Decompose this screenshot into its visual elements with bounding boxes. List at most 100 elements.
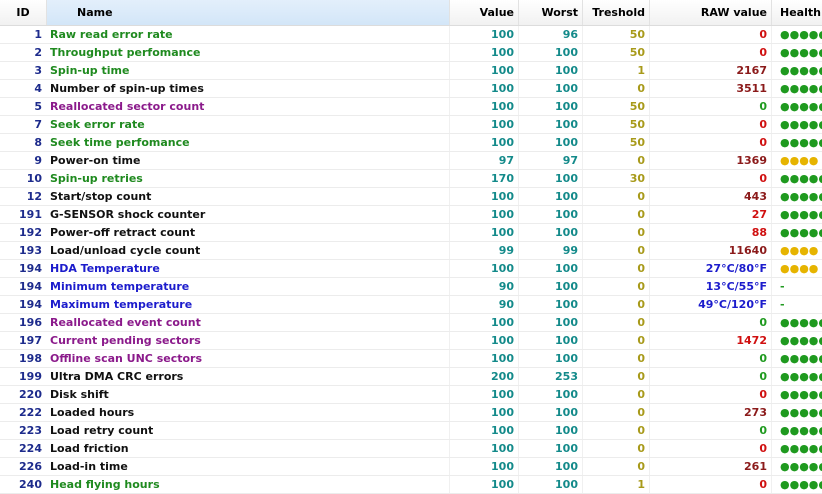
table-row[interactable]: 10 Spin-up retries170100300●●●●● — [0, 170, 822, 188]
attribute-value: 100 — [449, 422, 518, 439]
attribute-raw-value: 443 — [649, 188, 771, 205]
table-row[interactable]: 199Ultra DMA CRC errors20025300●●●●● — [0, 368, 822, 386]
table-row[interactable]: 5Reallocated sector count100100500●●●●● — [0, 98, 822, 116]
table-row[interactable]: 192Power-off retract count100100088●●●●● — [0, 224, 822, 242]
attribute-name: Current pending sectors — [46, 332, 449, 349]
health-indicator: ●●●● — [771, 152, 822, 169]
attribute-id: 199 — [19, 370, 42, 383]
attribute-raw-value: 0 — [649, 170, 771, 187]
attribute-threshold: 0 — [582, 188, 649, 205]
attribute-raw-value: 0 — [649, 368, 771, 385]
attribute-value: 100 — [449, 26, 518, 43]
table-row[interactable]: 193 Load/unload cycle count 99 99 0 11640 ●●●● — [0, 242, 822, 260]
column-header-worst[interactable]: Worst — [518, 0, 582, 25]
attribute-id: 2 — [34, 46, 42, 59]
table-row[interactable]: 223Load retry count10010000●●●●● — [0, 422, 822, 440]
attribute-id: 193 — [19, 244, 42, 257]
attribute-threshold: 50 — [582, 98, 649, 115]
health-indicator: ●●●● — [771, 260, 822, 277]
attribute-name: Seek error rate — [46, 116, 449, 133]
table-row[interactable]: 7Seek error rate100100500●●●●● — [0, 116, 822, 134]
column-header-value[interactable]: Value — [449, 0, 518, 25]
attribute-raw-value: 273 — [649, 404, 771, 421]
table-row[interactable]: 197 Current pending sectors 100 100 0 1472 ●●●… — [0, 332, 822, 350]
column-header-id[interactable]: ID — [0, 0, 46, 25]
table-row[interactable]: 194 Maximum temperature 90 100 0 49°C/120°F - — [0, 296, 822, 314]
attribute-name: Spin-up retries — [46, 170, 449, 187]
table-row[interactable]: 1 Raw read error rate10096500●●●●● — [0, 26, 822, 44]
table-row[interactable]: 240Head flying hours10010010●●●●● — [0, 476, 822, 494]
attribute-worst: 97 — [518, 152, 582, 169]
attribute-id: 9 — [34, 154, 42, 167]
attribute-raw-value: 0 — [649, 386, 771, 403]
attribute-name: Loaded hours — [46, 404, 449, 421]
table-row[interactable]: 12Start/stop count1001000443●●●●● — [0, 188, 822, 206]
table-row[interactable]: 194 Minimum temperature 90 100 0 13°C/55°F - — [0, 278, 822, 296]
column-header-threshold[interactable]: Treshold — [582, 0, 649, 25]
attribute-raw-value: 0 — [649, 26, 771, 43]
attribute-value: 100 — [449, 188, 518, 205]
attribute-raw-value: 0 — [649, 116, 771, 133]
attribute-id: 8 — [34, 136, 42, 149]
attribute-name: Power-off retract count — [46, 224, 449, 241]
attribute-threshold: 0 — [582, 440, 649, 457]
health-indicator: ●●●●● — [771, 314, 822, 331]
table-row[interactable]: 9 Power-on time 97 97 0 1369 ●●●● — [0, 152, 822, 170]
attribute-id: 12 — [26, 190, 42, 203]
attribute-value: 200 — [449, 368, 518, 385]
attribute-raw-value: 0 — [649, 422, 771, 439]
column-header-name[interactable]: Name — [46, 0, 449, 25]
attribute-raw-value: 2167 — [649, 62, 771, 79]
table-row[interactable]: 2Throughput perfomance100100500●●●●● — [0, 44, 822, 62]
table-row[interactable]: 3Spin-up time10010012167●●●●● — [0, 62, 822, 80]
table-row[interactable]: 191G-SENSOR shock counter100100027●●●●● — [0, 206, 822, 224]
attribute-threshold: 0 — [582, 242, 649, 259]
attribute-value: 100 — [449, 350, 518, 367]
table-row[interactable]: 220Disk shift10010000●●●●● — [0, 386, 822, 404]
column-header-health[interactable]: Health — [771, 0, 822, 25]
table-row[interactable]: 4Number of spin-up times10010003511●●●●● — [0, 80, 822, 98]
attribute-name: Offline scan UNC sectors — [46, 350, 449, 367]
attribute-worst: 100 — [518, 404, 582, 421]
attribute-threshold: 0 — [582, 386, 649, 403]
attribute-worst: 100 — [518, 134, 582, 151]
table-row[interactable]: 222Loaded hours1001000273●●●●● — [0, 404, 822, 422]
attribute-worst: 100 — [518, 116, 582, 133]
attribute-value: 100 — [449, 314, 518, 331]
attribute-value: 100 — [449, 206, 518, 223]
attribute-raw-value: 0 — [649, 98, 771, 115]
health-indicator: ●●●●● — [771, 422, 822, 439]
attribute-value: 100 — [449, 116, 518, 133]
table-row[interactable]: 198Offline scan UNC sectors10010000●●●●● — [0, 350, 822, 368]
attribute-threshold: 0 — [582, 368, 649, 385]
health-indicator: ●●●●● — [771, 476, 822, 493]
table-row[interactable]: 194 HDA Temperature 100 100 0 27°C/80°F ●●●● — [0, 260, 822, 278]
attribute-name: Load/unload cycle count — [46, 242, 449, 259]
attribute-worst: 100 — [518, 224, 582, 241]
attribute-value: 100 — [449, 386, 518, 403]
attribute-name: HDA Temperature — [46, 260, 449, 277]
table-row[interactable]: 226Load-in time1001000261●●●●● — [0, 458, 822, 476]
attribute-id: 5 — [34, 100, 42, 113]
health-indicator: ●●●● — [771, 242, 822, 259]
attribute-raw-value: 27 — [649, 206, 771, 223]
health-indicator: ●●●●● — [771, 206, 822, 223]
column-header-raw-value[interactable]: RAW value — [649, 0, 771, 25]
attribute-id: 194 — [19, 262, 42, 275]
health-indicator: ●●●●● — [771, 188, 822, 205]
table-row[interactable]: 224Load friction10010000●●●●● — [0, 440, 822, 458]
health-indicator: - — [771, 296, 822, 313]
attribute-threshold: 0 — [582, 458, 649, 475]
attribute-name: Maximum temperature — [46, 296, 449, 313]
attribute-threshold: 50 — [582, 44, 649, 61]
health-indicator: ●●●●● — [771, 458, 822, 475]
attribute-worst: 100 — [518, 44, 582, 61]
attribute-value: 100 — [449, 62, 518, 79]
table-row[interactable]: 196Reallocated event count10010000●●●●● — [0, 314, 822, 332]
attribute-name: Spin-up time — [46, 62, 449, 79]
table-row[interactable]: 8Seek time perfomance100100500●●●●● — [0, 134, 822, 152]
attribute-name: Ultra DMA CRC errors — [46, 368, 449, 385]
attribute-worst: 100 — [518, 170, 582, 187]
attribute-worst: 100 — [518, 422, 582, 439]
attribute-worst: 100 — [518, 98, 582, 115]
